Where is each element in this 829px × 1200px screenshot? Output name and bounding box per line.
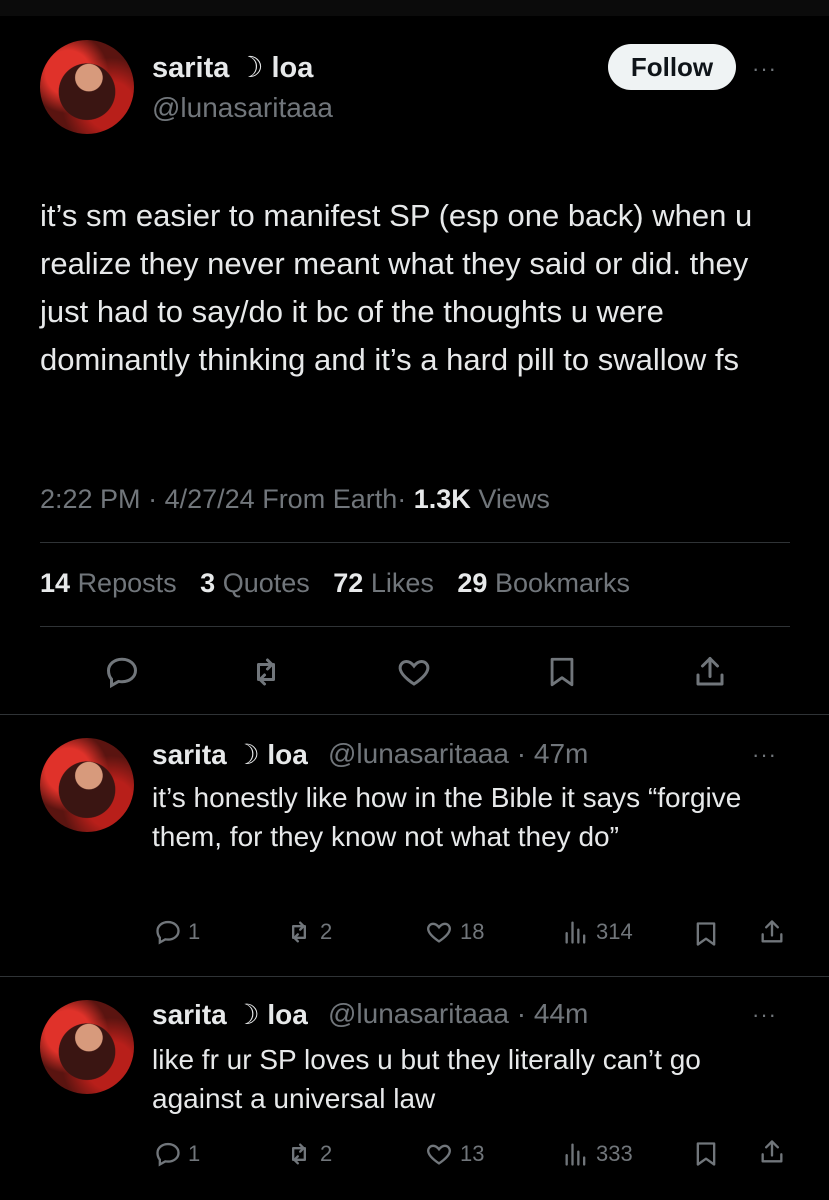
share-button[interactable] [690,652,730,692]
reply-meta: @lunasaritaaa · 44m [328,998,588,1030]
repost-icon [292,1143,306,1165]
divider [0,714,829,715]
share-icon [761,920,783,943]
meta-separator: · [397,484,407,514]
engagement-stats: 14 Reposts 3 Quotes 72 Likes 29 Bookmark… [40,568,646,599]
reply-share-button[interactable] [758,916,786,948]
repost-button[interactable] [246,652,286,692]
reply-repost-button[interactable]: 2 [284,918,332,946]
view-count: 314 [596,919,633,944]
reply-repost-button[interactable]: 2 [284,1140,332,1168]
meta-separator: · [516,998,527,1029]
reply-time[interactable]: 47m [534,738,588,769]
reply-reply-button[interactable]: 1 [154,918,200,946]
views-label: Views [478,484,550,514]
share-icon [761,1140,783,1163]
tweet-meta: 2:22 PM · 4/27/24 From Earth· 1.3K Views [40,484,550,515]
tweet-location: From Earth [262,484,398,514]
reply-icon [106,657,138,689]
likes-stat[interactable]: 72 Likes [333,568,434,598]
bookmark-icon [696,1142,716,1166]
bookmarks-stat[interactable]: 29 Bookmarks [457,568,630,598]
divider [40,542,790,543]
like-icon [398,659,430,686]
views-icon [565,921,586,944]
bookmark-button[interactable] [542,652,582,692]
repost-count: 2 [320,1141,333,1166]
reply-count: 1 [188,919,201,944]
reply-button[interactable] [102,652,142,692]
reply-icon [156,920,180,945]
repost-icon [292,921,306,943]
tweet-text: it’s sm easier to manifest SP (esp one b… [40,198,753,377]
reply-meta: @lunasaritaaa · 47m [328,738,588,770]
handle[interactable]: @lunasaritaaa [152,92,333,124]
reply-views-button[interactable]: 333 [562,1140,633,1168]
meta-separator: · [148,484,158,514]
like-count: 18 [460,919,485,944]
reply-views-button[interactable]: 314 [562,918,633,946]
reply-bookmark-button[interactable] [692,1138,720,1170]
follow-button[interactable]: Follow [608,44,736,90]
reposts-stat[interactable]: 14 Reposts [40,568,177,598]
repost-icon [257,658,275,686]
quotes-stat[interactable]: 3 Quotes [200,568,310,598]
more-icon[interactable]: ··· [752,1004,777,1026]
divider [0,976,829,977]
more-icon[interactable]: ··· [752,58,777,80]
reply-share-button[interactable] [758,1136,786,1168]
view-count: 333 [596,1141,633,1166]
reply-text: like fr ur SP loves u but they literally… [152,1044,701,1114]
views-icon [565,1143,586,1166]
divider [40,626,790,627]
bookmark-icon [550,657,574,687]
reply-text: it’s honestly like how in the Bible it s… [152,782,742,852]
tweet-time[interactable]: 2:22 PM [40,484,141,514]
top-bar [0,0,829,16]
display-name[interactable]: sarita ☽ loa [152,50,313,85]
meta-separator: · [516,738,527,769]
bookmark-icon [696,922,716,946]
reply-handle[interactable]: @lunasaritaaa [328,738,509,769]
reply-avatar[interactable] [40,738,134,832]
reply-reply-button[interactable]: 1 [154,1140,200,1168]
reply-count: 1 [188,1141,201,1166]
like-button[interactable] [394,652,434,692]
tweet-date[interactable]: 4/27/24 [165,484,255,514]
repost-count: 2 [320,919,333,944]
avatar[interactable] [40,40,134,134]
reply-icon [156,1142,180,1167]
reply-avatar[interactable] [40,1000,134,1094]
reply-like-button[interactable]: 18 [424,918,484,946]
reply-bookmark-button[interactable] [692,918,720,950]
views-count: 1.3K [413,484,471,514]
reply-display-name[interactable]: sarita ☽ loa [152,998,308,1031]
like-icon [427,922,451,943]
reply-time[interactable]: 44m [534,998,588,1029]
reply-like-button[interactable]: 13 [424,1140,484,1168]
share-icon [696,657,724,686]
like-count: 13 [460,1141,485,1166]
like-icon [427,1144,451,1165]
more-icon[interactable]: ··· [752,744,777,766]
reply-display-name[interactable]: sarita ☽ loa [152,738,308,771]
reply-handle[interactable]: @lunasaritaaa [328,998,509,1029]
